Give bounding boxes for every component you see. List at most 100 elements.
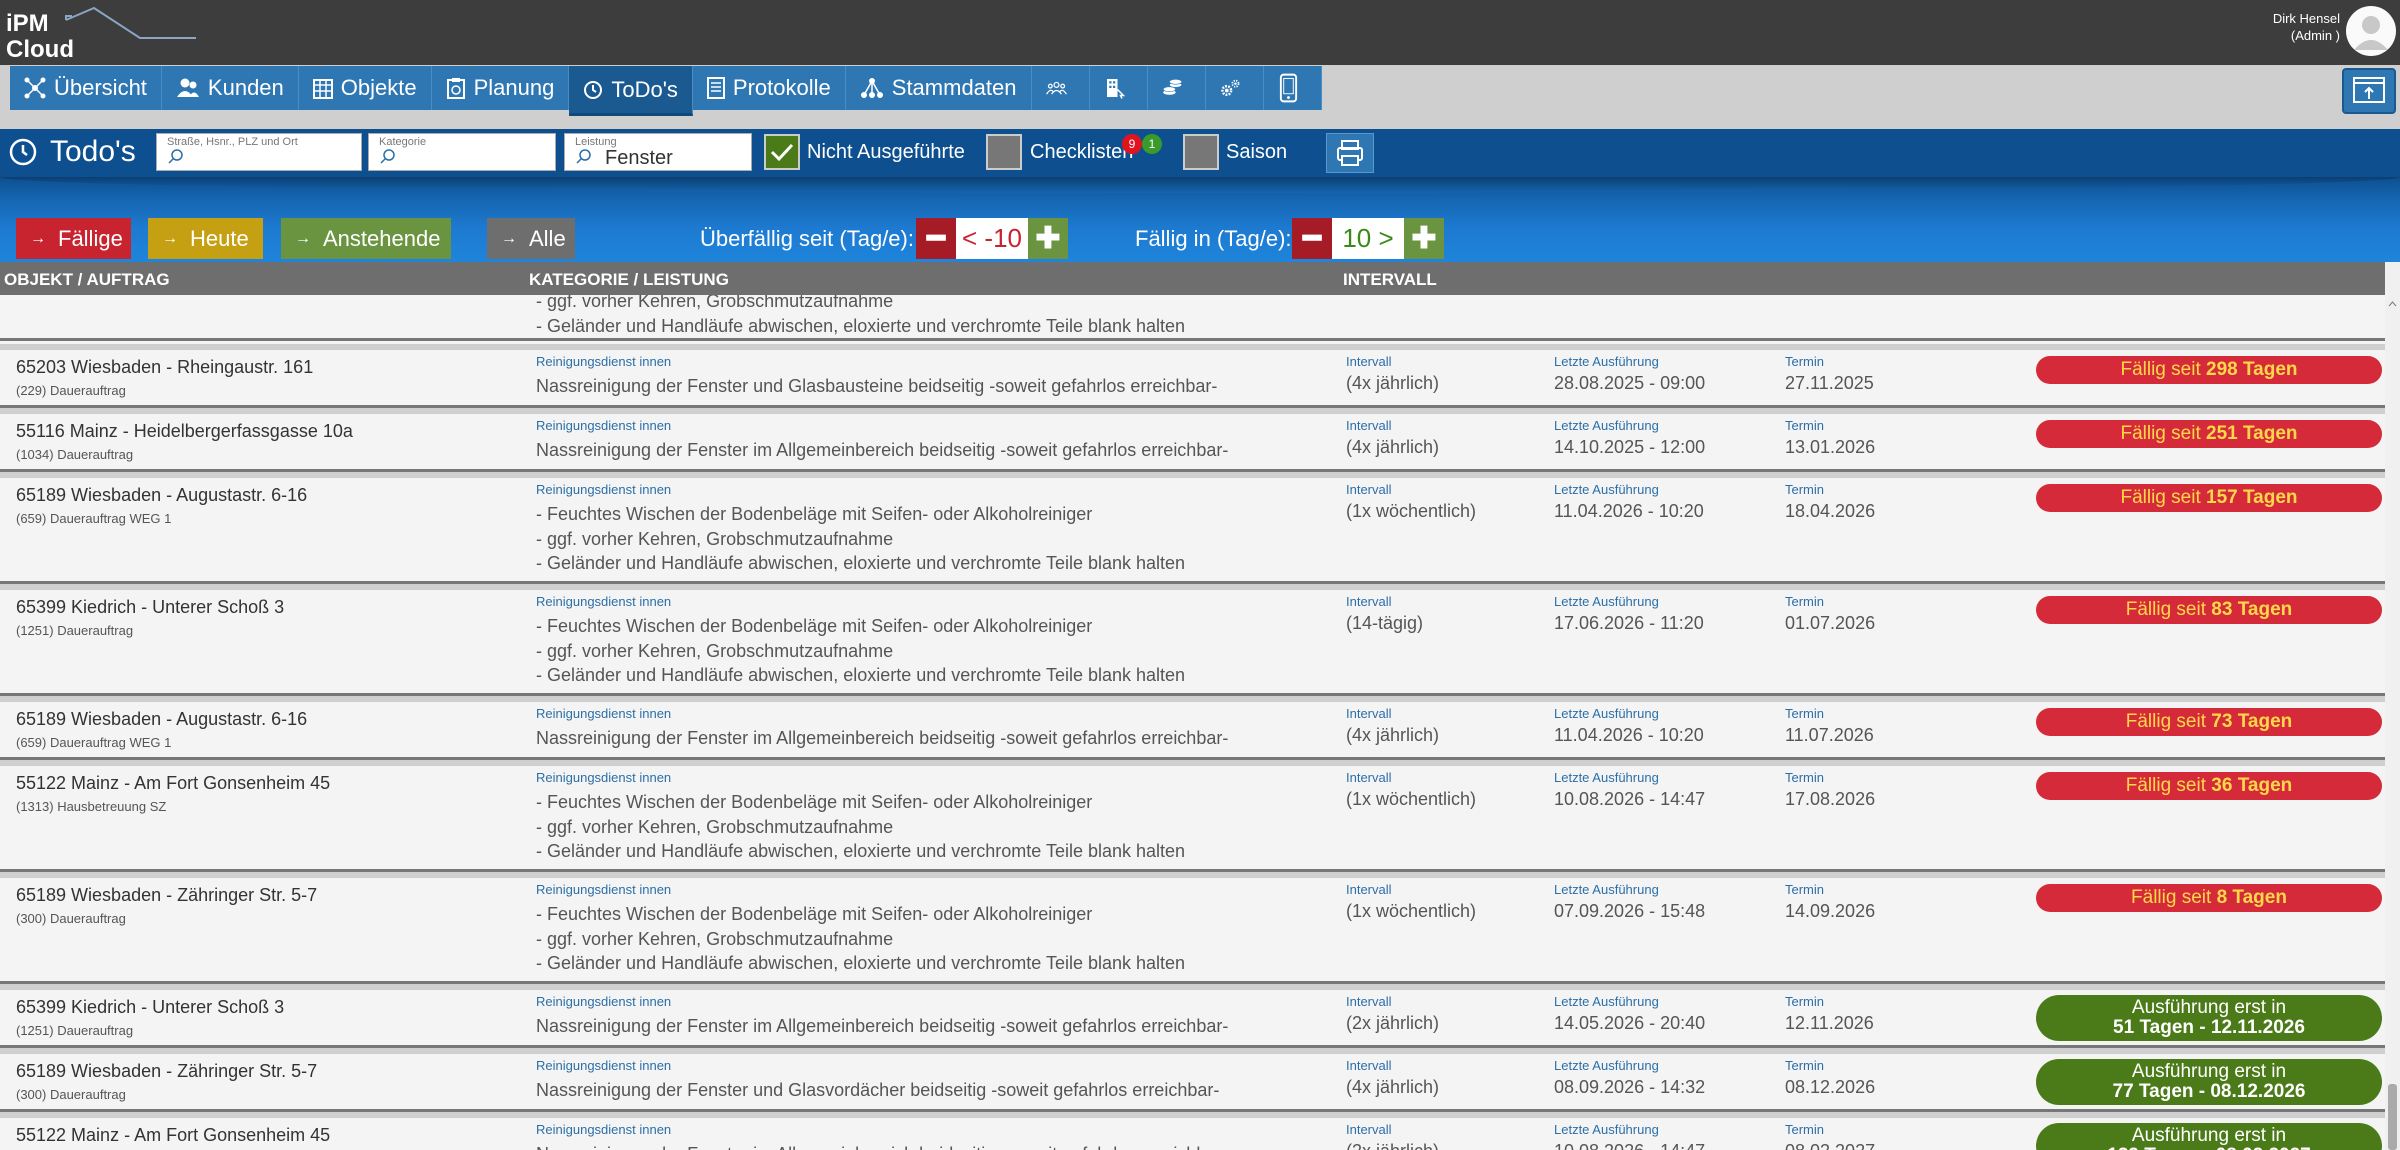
row-object[interactable]: 65189 Wiesbaden - Zähringer Str. 5-7 [16,885,317,906]
row-category: Reinigungsdienst innen [536,1058,672,1073]
top-bar: iPM Cloud Dirk Hensel (Admin ) [0,0,2400,65]
tab-buildings[interactable] [1089,66,1148,110]
row-object[interactable]: 55116 Mainz - Heidelbergerfassgasse 10a [16,421,353,442]
row-object[interactable]: 65203 Wiesbaden - Rheingaustr. 161 [16,357,313,378]
tab-uebersicht[interactable]: Übersicht [10,66,162,110]
panel-toggle-button[interactable] [2342,68,2396,114]
not-executed-checkbox[interactable] [764,134,800,170]
row-separator [0,408,2385,414]
tab-todos[interactable]: ToDo's [569,66,693,116]
table-row[interactable]: 65189 Wiesbaden - Zähringer Str. 5-7 (300… [0,1048,2385,1112]
row-category: Reinigungsdienst innen [536,354,672,369]
decrement-button[interactable]: ━ [1292,218,1332,259]
checklists-checkbox[interactable] [986,134,1022,170]
tab-kunden[interactable]: Kunden [161,66,299,110]
print-button[interactable] [1326,133,1374,173]
avatar[interactable] [2346,6,2396,56]
table-row-partial[interactable]: - ggf. vorher Kehren, Grobschmutzaufnahm… [0,295,2385,341]
tab-planung[interactable]: Planung [431,66,570,110]
row-last-execution: 14.05.2026 - 20:40 [1554,1013,1706,1033]
user-info[interactable]: Dirk Hensel (Admin ) [2273,10,2340,44]
status-badge[interactable]: Ausführung erst in 51 Tagen - 12.11.2026 [2036,995,2382,1041]
row-category: Reinigungsdienst innen [536,770,672,785]
row-interval: (4x jährlich) [1346,437,1440,457]
arrow-right-icon: → [30,229,46,247]
table-row[interactable]: 65203 Wiesbaden - Rheingaustr. 161 (229) … [0,344,2385,408]
row-description: - Feuchtes Wischen der Bodenbeläge mit S… [536,502,1185,576]
col-interval[interactable]: INTERVALL [1343,270,1437,290]
desc-line: - ggf. vorher Kehren, Grobschmutzaufnahm… [536,295,894,311]
service-input[interactable]: Leistung Fenster [564,133,752,171]
table-row[interactable]: 55116 Mainz - Heidelbergerfassgasse 10a (… [0,408,2385,472]
row-object[interactable]: 65189 Wiesbaden - Augustastr. 6-16 [16,485,307,506]
row-date: 12.11.2026 [1785,1013,1874,1033]
upcoming-filter-button[interactable]: → Anstehende [281,218,451,259]
today-filter-button[interactable]: → Heute [148,218,263,259]
row-object[interactable]: 55122 Mainz - Am Fort Gonsenheim 45 [16,1125,330,1146]
street-search-input[interactable]: Straße, Hsnr., PLZ und Ort [156,133,362,171]
tab-groups[interactable] [1031,66,1090,110]
tab-objekte[interactable]: Objekte [298,66,432,110]
table-row[interactable]: 65399 Kiedrich - Unterer Schoß 3 (1251) D… [0,984,2385,1048]
tab-stammdaten[interactable]: Stammdaten [845,66,1032,110]
street-placeholder: Straße, Hsnr., PLZ und Ort [167,136,298,148]
season-checkbox[interactable] [1183,134,1219,170]
scrollbar-thumb[interactable] [2388,1084,2397,1150]
table-row[interactable]: 65189 Wiesbaden - Augustastr. 6-16 (659) … [0,472,2385,584]
status-badge[interactable]: Fällig seit 73 Tagen [2036,708,2382,736]
increment-button[interactable]: ✚ [1028,218,1068,259]
table-row[interactable]: 65189 Wiesbaden - Augustastr. 6-16 (659) … [0,696,2385,760]
status-badge[interactable]: Ausführung erst in139 Tagen - 08.02.2027 [2036,1123,2382,1150]
status-badge[interactable]: Fällig seit 251 Tagen [2036,420,2382,448]
tab-label: Kunden [207,75,284,100]
user-avatar-icon [2354,16,2388,50]
row-object[interactable]: 55122 Mainz - Am Fort Gonsenheim 45 [16,773,330,794]
overdue-label: Überfällig seit (Tag/e): [700,226,914,251]
row-contract: (300) Dauerauftrag [16,1087,126,1102]
plus-icon: ✚ [1411,222,1437,255]
status-badge[interactable]: Fällig seit 157 Tagen [2036,484,2382,512]
tab-protokolle[interactable]: Protokolle [692,66,846,110]
category-input[interactable]: Kategorie [368,133,556,171]
date-label: Termin [1785,1122,1825,1137]
status-badge[interactable]: Fällig seit 8 Tagen [2036,884,2382,912]
date-label: Termin [1785,594,1825,609]
status-badge[interactable]: Fällig seit 36 Tagen [2036,772,2382,800]
desc-line: Nassreinigung der Fenster und Glasvordäc… [536,1080,1220,1100]
table-row[interactable]: 55122 Mainz - Am Fort Gonsenheim 45(1313… [0,1112,2385,1150]
row-object[interactable]: 65189 Wiesbaden - Zähringer Str. 5-7 [16,1061,317,1082]
table-row[interactable]: 65189 Wiesbaden - Zähringer Str. 5-7 (300… [0,872,2385,984]
tab-settings[interactable] [1205,66,1264,110]
main-navigation: Übersicht Kunden Objekte Planung ToDo's … [0,65,2400,129]
scrollbar[interactable] [2385,262,2400,1150]
row-last-execution: 08.09.2026 - 14:32 [1554,1077,1706,1097]
tab-mobile[interactable] [1263,66,1322,110]
row-object[interactable]: 65189 Wiesbaden - Augustastr. 6-16 [16,709,307,730]
date-label: Termin [1785,706,1825,721]
row-separator [0,472,2385,478]
clock-icon [584,80,603,99]
tab-finance[interactable] [1147,66,1206,110]
decrement-button[interactable]: ━ [916,218,956,259]
col-category[interactable]: KATEGORIE / LEISTUNG [529,270,729,290]
all-filter-button[interactable]: → Alle [487,218,575,259]
app-logo[interactable]: iPM Cloud [6,4,196,62]
todo-list: - ggf. vorher Kehren, Grobschmutzaufnahm… [0,295,2385,1150]
row-object[interactable]: 65399 Kiedrich - Unterer Schoß 3 [16,997,284,1018]
increment-button[interactable]: ✚ [1404,218,1444,259]
due-filter-button[interactable]: → Fällige [16,218,131,259]
col-object[interactable]: OBJEKT / AUFTRAG [4,270,170,290]
row-contract: (1313) Hausbetreuung SZ [16,799,167,814]
row-object[interactable]: 65399 Kiedrich - Unterer Schoß 3 [16,597,284,618]
overdue-stepper[interactable]: ━ < -10 ✚ [916,218,1068,259]
table-row[interactable]: 65399 Kiedrich - Unterer Schoß 3 (1251) D… [0,584,2385,696]
due-in-stepper[interactable]: ━ 10 > ✚ [1292,218,1444,259]
checklists-label: Checklisten [1030,141,1134,163]
status-prefix: Fällig seit [2120,423,2201,444]
tab-label: Stammdaten [891,75,1017,100]
desc-line: - Geländer und Handläufe abwischen, elox… [536,953,1186,973]
status-badge[interactable]: Fällig seit 83 Tagen [2036,596,2382,624]
table-row[interactable]: 55122 Mainz - Am Fort Gonsenheim 45 (1313… [0,760,2385,872]
status-badge[interactable]: Ausführung erst in 77 Tagen - 08.12.2026 [2036,1059,2382,1105]
status-badge[interactable]: Fällig seit 298 Tagen [2036,356,2382,384]
